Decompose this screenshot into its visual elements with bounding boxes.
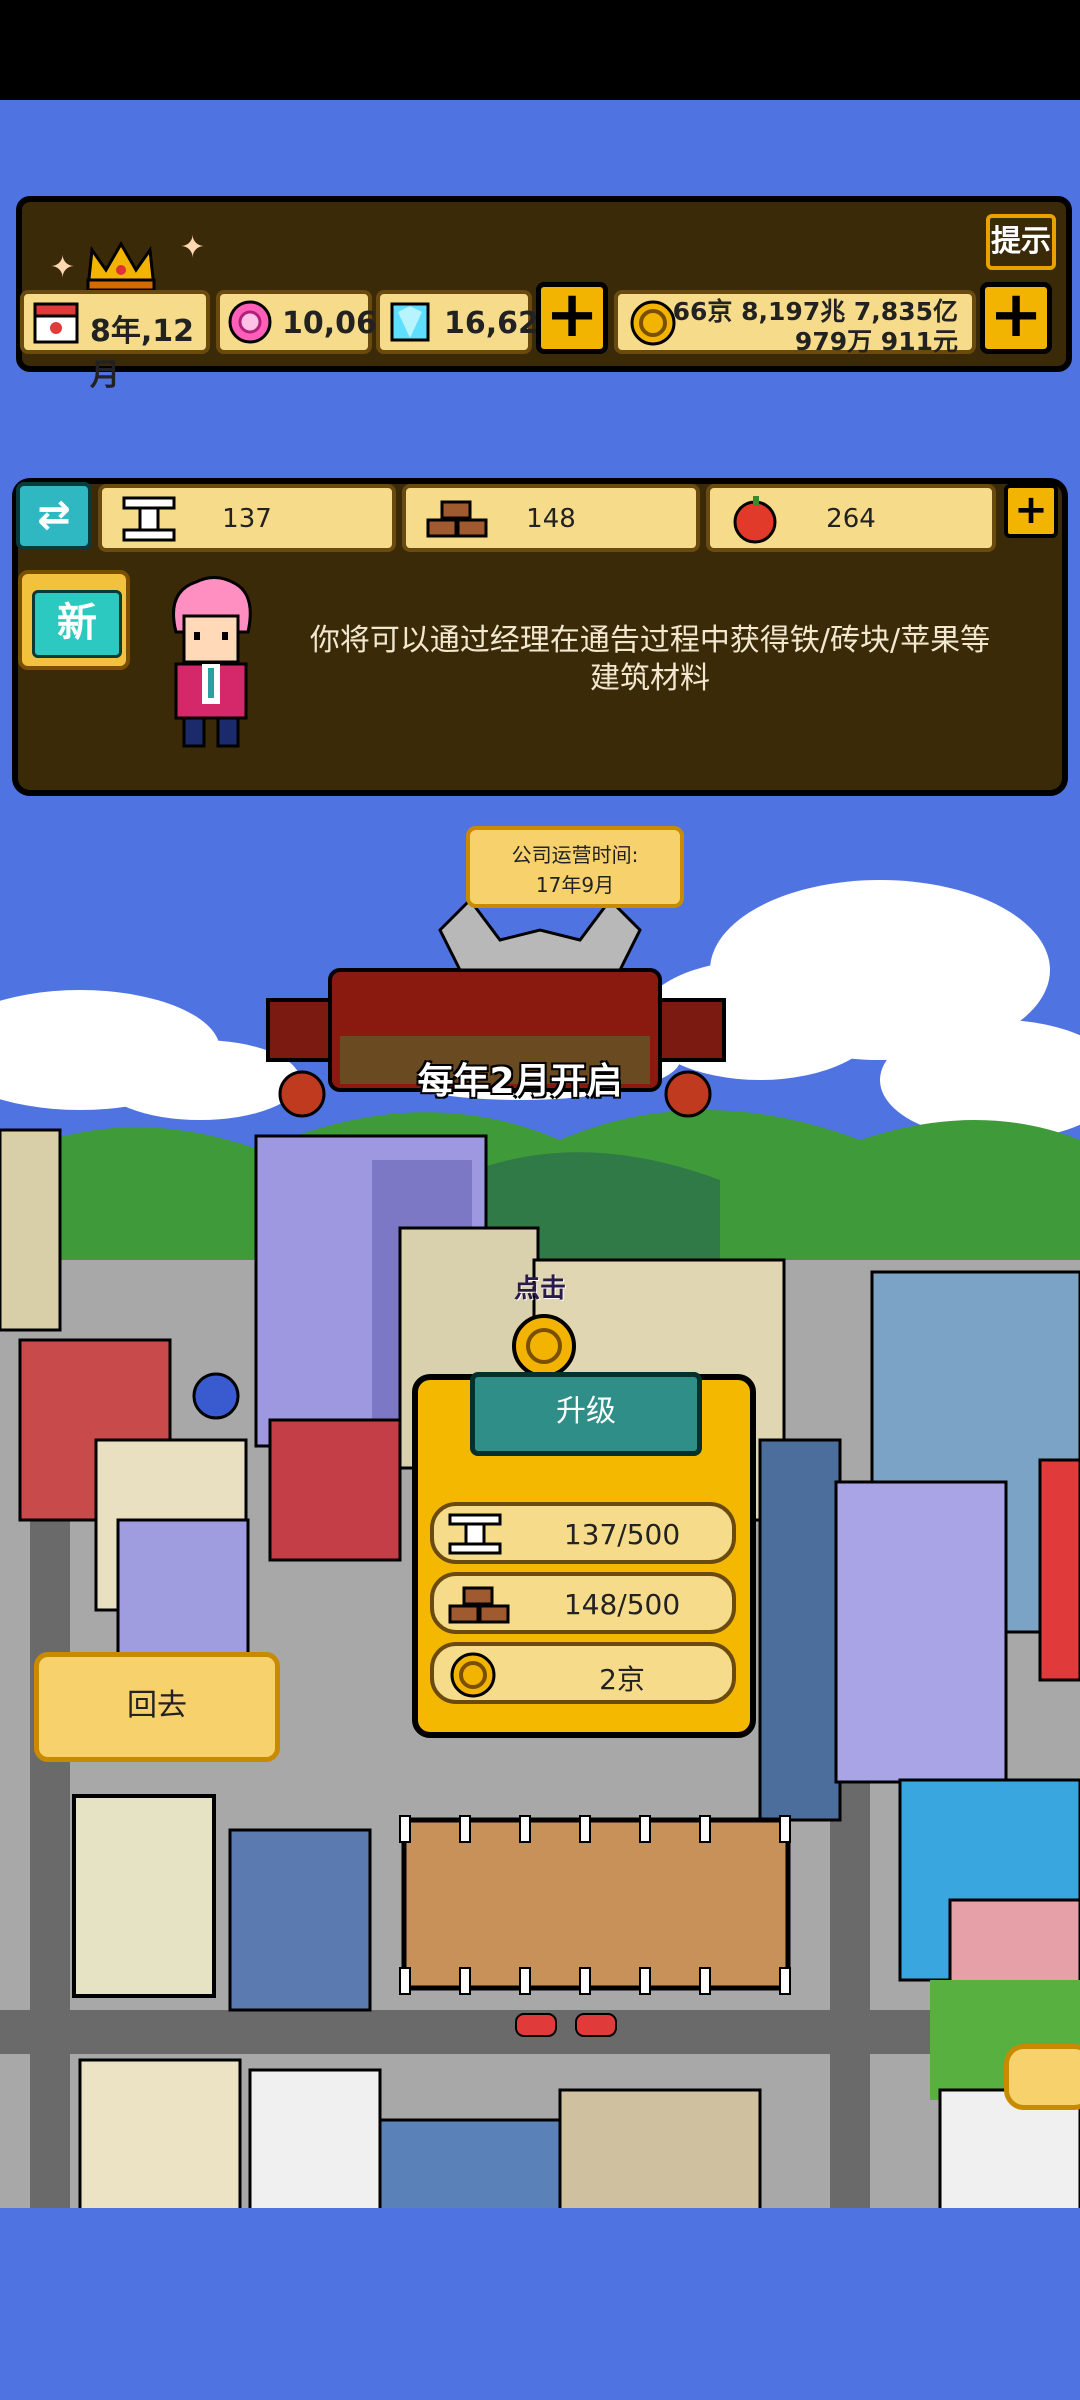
operation-time-bubble: 公司运营时间: 17年9月 bbox=[466, 826, 684, 908]
back-button[interactable]: 回去 bbox=[34, 1652, 280, 1762]
fruit-display: 264 bbox=[706, 484, 996, 552]
diamonds-display: 16,627 bbox=[376, 290, 560, 354]
req-coin-value: 2京 bbox=[599, 1663, 645, 1696]
manager-avatar bbox=[172, 576, 252, 748]
date-value: 8年,12月 bbox=[90, 314, 195, 393]
fruit-value: 264 bbox=[826, 504, 876, 534]
sparkle-icon: ✦ bbox=[50, 250, 76, 285]
click-hint-label: 点击 bbox=[514, 1274, 567, 1304]
req-brick-value: 148/500 bbox=[563, 1588, 681, 1621]
req-brick-row: 148/500 bbox=[430, 1572, 736, 1634]
operation-time-value: 17年9月 bbox=[535, 873, 615, 897]
new-badge[interactable]: 新 bbox=[18, 570, 130, 670]
calendar-icon bbox=[33, 302, 79, 344]
pink-gem-icon bbox=[228, 300, 272, 344]
date-display: 8年,12月 bbox=[20, 290, 210, 393]
brick-value: 148 bbox=[526, 504, 576, 534]
blue-diamond-icon bbox=[390, 302, 430, 342]
new-label: 新 bbox=[32, 590, 122, 658]
operation-time-label: 公司运营时间: bbox=[511, 843, 639, 867]
brick-display: 148 bbox=[402, 484, 700, 552]
iron-display: 137 bbox=[98, 484, 396, 552]
brick-icon bbox=[448, 1586, 510, 1624]
coin-icon bbox=[450, 1652, 496, 1698]
swap-button[interactable]: ⇄ bbox=[16, 482, 92, 550]
tip-text: 你将可以通过经理在通告过程中获得铁/砖块/苹果等建筑材料 bbox=[309, 623, 991, 696]
hint-button[interactable]: 提示 bbox=[986, 214, 1056, 270]
req-iron-value: 137/500 bbox=[563, 1518, 681, 1551]
iron-value: 137 bbox=[222, 504, 272, 534]
money-line-2: 979万 911元 bbox=[794, 327, 958, 356]
coin-icon bbox=[630, 300, 676, 346]
crown-icon bbox=[86, 240, 156, 292]
add-money-button[interactable]: + bbox=[980, 282, 1052, 354]
status-bar bbox=[0, 0, 1080, 100]
add-resource-button[interactable]: + bbox=[1004, 484, 1058, 538]
sparkle-icon: ✦ bbox=[180, 230, 206, 265]
req-coin-row: 2京 bbox=[430, 1642, 736, 1704]
money-display: 66京 8,197兆 7,835亿 979万 911元 bbox=[614, 290, 976, 356]
iron-beam-icon bbox=[448, 1513, 502, 1555]
bottom-area bbox=[0, 2208, 1080, 2400]
event-title[interactable]: 每年2月开启 bbox=[360, 1052, 680, 1104]
gems-display: 10,068 bbox=[216, 290, 398, 354]
upgrade-button[interactable]: 升级 bbox=[470, 1372, 702, 1456]
side-menu-button[interactable] bbox=[1004, 2044, 1080, 2110]
req-iron-row: 137/500 bbox=[430, 1502, 736, 1564]
add-currency-button[interactable]: + bbox=[536, 282, 608, 354]
